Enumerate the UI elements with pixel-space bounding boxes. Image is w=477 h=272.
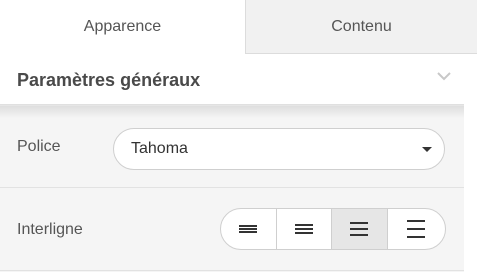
chevron-down-icon[interactable] bbox=[434, 68, 454, 84]
font-select[interactable]: Tahoma bbox=[113, 128, 445, 170]
line-spacing-medium-icon bbox=[350, 222, 369, 236]
caret-down-icon bbox=[422, 147, 432, 152]
line-spacing-tight-icon bbox=[239, 225, 258, 233]
font-label: Police bbox=[17, 137, 61, 155]
line-spacing-wide-icon bbox=[407, 220, 426, 238]
line-spacing-wide-button[interactable] bbox=[388, 209, 445, 249]
line-spacing-label: Interligne bbox=[17, 220, 83, 238]
font-select-value: Tahoma bbox=[131, 140, 188, 157]
line-spacing-medium-button[interactable] bbox=[332, 209, 388, 249]
scroll-gutter bbox=[464, 54, 477, 272]
line-spacing-normal-button[interactable] bbox=[277, 209, 332, 249]
line-spacing-normal-icon bbox=[294, 224, 313, 234]
line-spacing-tight-button[interactable] bbox=[221, 209, 277, 249]
tab-bar: Apparence Contenu bbox=[0, 0, 477, 54]
section-title: Paramètres généraux bbox=[17, 69, 201, 90]
line-spacing-button-group bbox=[220, 208, 446, 250]
section-header-general[interactable]: Paramètres généraux bbox=[0, 54, 464, 106]
tab-apparence[interactable]: Apparence bbox=[0, 0, 245, 54]
tab-label: Contenu bbox=[331, 17, 392, 35]
tab-contenu[interactable]: Contenu bbox=[245, 0, 477, 54]
tab-label: Apparence bbox=[83, 18, 162, 35]
